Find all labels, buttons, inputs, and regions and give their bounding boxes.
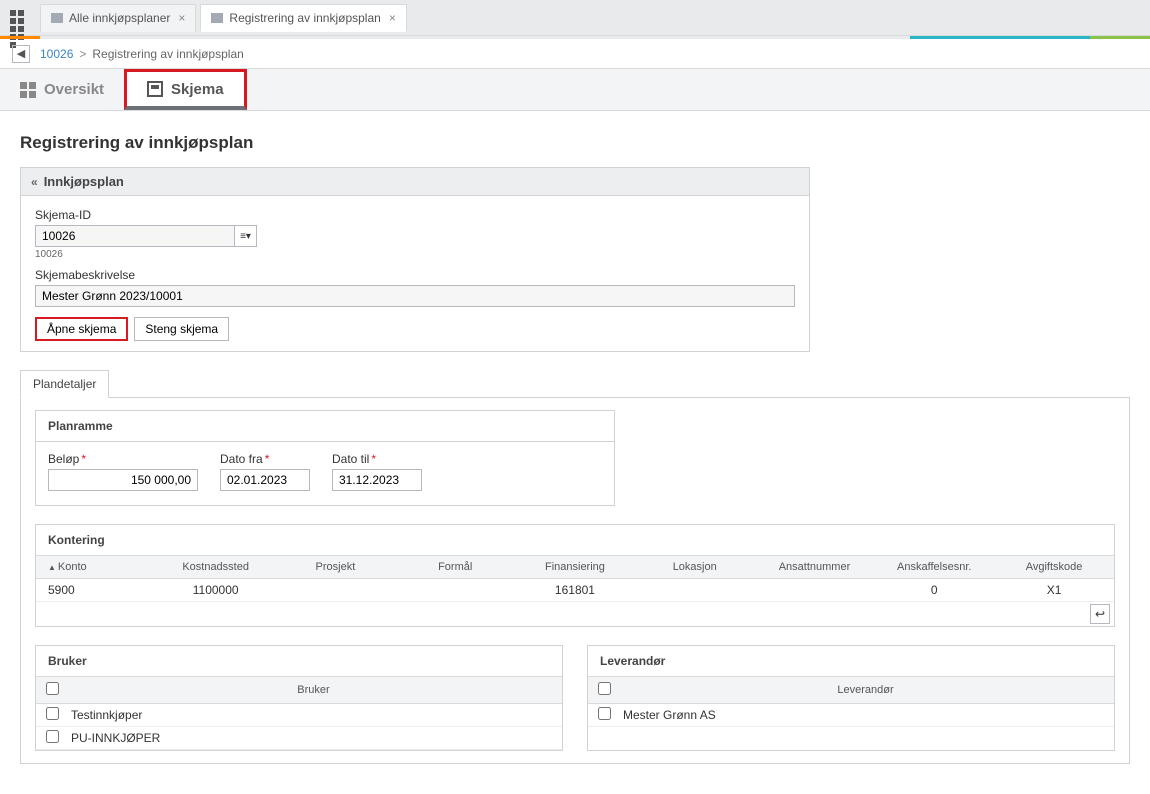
input-belop[interactable]	[48, 469, 198, 491]
box-leverandor: Leverandør Leverandør Mester Grønn AS	[587, 645, 1115, 751]
breadcrumb-link[interactable]: 10026	[40, 47, 73, 61]
tab-icon	[211, 13, 223, 23]
col-prosjekt[interactable]: Prosjekt	[276, 556, 396, 579]
box-bruker: Bruker Bruker Testinnkjøper	[35, 645, 563, 751]
grid-icon	[20, 82, 36, 98]
col-checkbox	[36, 677, 65, 704]
close-schema-button[interactable]: Steng skjema	[134, 317, 229, 341]
view-tabs: Oversikt Skjema	[0, 69, 1150, 111]
open-schema-button[interactable]: Åpne skjema	[35, 317, 128, 341]
input-skjemabeskrivelse[interactable]	[35, 285, 795, 307]
list-item[interactable]: Testinnkjøper	[36, 704, 562, 727]
cell-kostnadssted: 1100000	[156, 579, 276, 602]
list-item[interactable]: PU-INNKJØPER	[36, 727, 562, 750]
panel-innkjopsplan: « Innkjøpsplan Skjema-ID ≡▾ 10026 Skjema…	[20, 167, 810, 352]
cell-konto: 5900	[36, 579, 156, 602]
tab-registrering[interactable]: Registrering av innkjøpsplan ×	[200, 4, 406, 32]
box-title: Bruker	[36, 646, 562, 676]
tab-oversikt[interactable]: Oversikt	[0, 69, 124, 110]
col-leverandor[interactable]: Leverandør	[617, 677, 1114, 704]
box-title: Planramme	[36, 411, 614, 442]
panel-header[interactable]: « Innkjøpsplan	[21, 168, 809, 196]
back-button[interactable]: ◀	[12, 45, 30, 63]
breadcrumb-sep: >	[79, 47, 86, 61]
subtab-pane: Planramme Beløp* Dato fra* Dato til*	[20, 397, 1130, 764]
table-row[interactable]: 5900 1100000 161801 0 X1	[36, 579, 1114, 602]
tab-label: Skjema	[171, 81, 224, 98]
col-lokasjon[interactable]: Lokasjon	[635, 556, 755, 579]
tab-close-icon[interactable]: ×	[178, 11, 185, 25]
skjema-id-dropdown-icon[interactable]: ≡▾	[235, 225, 257, 247]
skjema-id-hint: 10026	[35, 249, 795, 260]
input-dato-fra[interactable]	[220, 469, 310, 491]
col-ansattnummer[interactable]: Ansattnummer	[755, 556, 875, 579]
cell-lokasjon	[635, 579, 755, 602]
checkbox-row[interactable]	[46, 707, 59, 720]
col-anskaffelsesnr[interactable]: Anskaffelsesnr.	[874, 556, 994, 579]
tab-label: Alle innkjøpsplaner	[69, 11, 170, 25]
label-skjema-id: Skjema-ID	[35, 208, 795, 222]
label-dato-til: Dato til*	[332, 452, 422, 466]
col-kostnadssted[interactable]: Kostnadssted	[156, 556, 276, 579]
app-tab-strip: Alle innkjøpsplaner × Registrering av in…	[0, 0, 1150, 36]
col-bruker[interactable]: Bruker	[65, 677, 562, 704]
input-skjema-id[interactable]	[35, 225, 235, 247]
checkbox-row[interactable]	[46, 730, 59, 743]
form-icon	[147, 81, 163, 97]
tab-label: Oversikt	[44, 81, 104, 98]
cell-avgiftskode: X1	[994, 579, 1114, 602]
page-title: Registrering av innkjøpsplan	[20, 133, 1130, 153]
cell-leverandor: Mester Grønn AS	[617, 704, 1114, 727]
col-checkbox	[588, 677, 617, 704]
cell-anskaffelsesnr: 0	[874, 579, 994, 602]
col-formaal[interactable]: Formål	[395, 556, 515, 579]
tab-icon	[51, 13, 63, 23]
collapse-icon: «	[31, 175, 38, 189]
box-kontering: Kontering ▲Konto Kostnadssted Prosjekt F…	[35, 524, 1115, 627]
label-skjemabeskrivelse: Skjemabeskrivelse	[35, 268, 795, 282]
list-item[interactable]: Mester Grønn AS	[588, 704, 1114, 727]
table-leverandor: Leverandør Mester Grønn AS	[588, 676, 1114, 727]
cell-bruker: Testinnkjøper	[65, 704, 562, 727]
input-dato-til[interactable]	[332, 469, 422, 491]
tab-close-icon[interactable]: ×	[389, 11, 396, 25]
checkbox-row[interactable]	[598, 707, 611, 720]
tab-label: Registrering av innkjøpsplan	[229, 11, 380, 25]
breadcrumb: ◀ 10026 > Registrering av innkjøpsplan	[0, 39, 1150, 69]
revert-button[interactable]: ↩	[1090, 604, 1110, 624]
table-kontering: ▲Konto Kostnadssted Prosjekt Formål Fina…	[36, 555, 1114, 602]
box-title: Kontering	[36, 525, 1114, 555]
cell-finansiering: 161801	[515, 579, 635, 602]
cell-formaal	[395, 579, 515, 602]
tab-alle-innkjopsplaner[interactable]: Alle innkjøpsplaner ×	[40, 4, 196, 32]
cell-bruker: PU-INNKJØPER	[65, 727, 562, 750]
label-belop: Beløp*	[48, 452, 198, 466]
panel-title: Innkjøpsplan	[44, 174, 124, 189]
col-avgiftskode[interactable]: Avgiftskode	[994, 556, 1114, 579]
box-title: Leverandør	[588, 646, 1114, 676]
tab-skjema[interactable]: Skjema	[124, 69, 247, 110]
col-finansiering[interactable]: Finansiering	[515, 556, 635, 579]
checkbox-all-leverandor[interactable]	[598, 682, 611, 695]
box-planramme: Planramme Beløp* Dato fra* Dato til*	[35, 410, 615, 506]
app-menu-icon[interactable]	[8, 8, 28, 28]
table-bruker: Bruker Testinnkjøper PU-INNKJØPER	[36, 676, 562, 750]
sort-asc-icon: ▲	[48, 563, 56, 572]
label-dato-fra: Dato fra*	[220, 452, 310, 466]
breadcrumb-current: Registrering av innkjøpsplan	[92, 47, 243, 61]
subtab-plandetaljer[interactable]: Plandetaljer	[20, 370, 109, 398]
col-konto[interactable]: ▲Konto	[36, 556, 156, 579]
cell-ansattnummer	[755, 579, 875, 602]
checkbox-all-bruker[interactable]	[46, 682, 59, 695]
cell-prosjekt	[276, 579, 396, 602]
